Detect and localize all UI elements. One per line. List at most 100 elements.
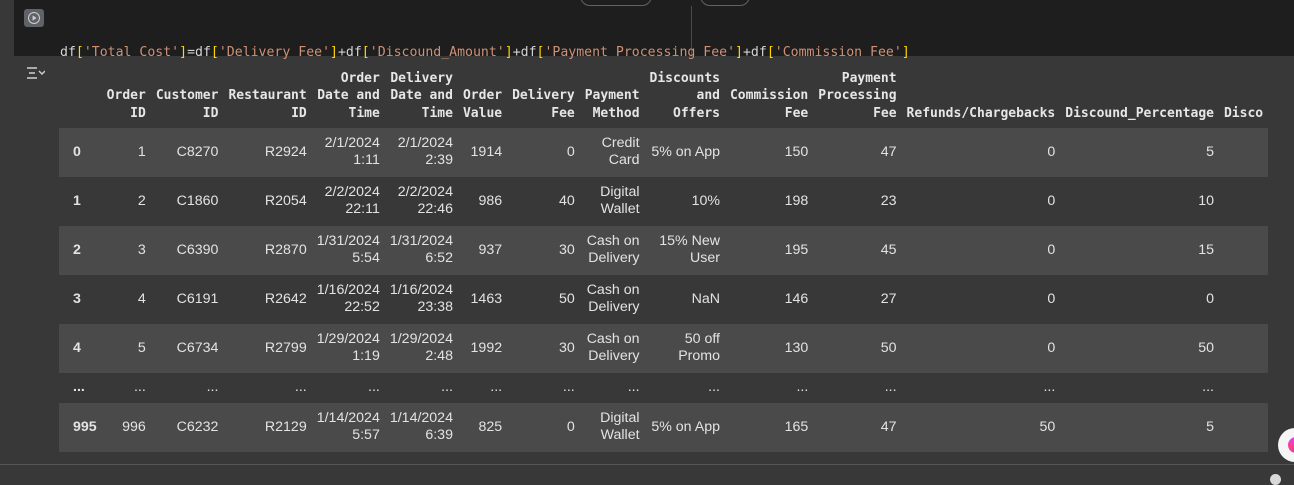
cell-text: ... bbox=[562, 379, 575, 396]
cell-text: C6232 bbox=[176, 418, 219, 435]
column-header: Order Value bbox=[457, 64, 508, 128]
table-cell: ... bbox=[902, 373, 1061, 403]
cell-toolbar-tab[interactable] bbox=[580, 0, 652, 6]
cell-text: 1 bbox=[137, 143, 146, 160]
table-cell: ... bbox=[223, 373, 311, 403]
code-token: +df bbox=[742, 45, 767, 60]
code-token: ] bbox=[504, 45, 513, 60]
column-header: Delivery Date and Time bbox=[384, 64, 458, 128]
table-cell: ... bbox=[580, 373, 645, 403]
table-cell: Digital Wallet bbox=[580, 177, 645, 226]
cell-divider bbox=[0, 464, 1294, 465]
code-token: df bbox=[60, 45, 76, 60]
cell-text: 5 bbox=[1206, 143, 1214, 160]
table-cell: ... bbox=[312, 373, 385, 403]
table-cell: ... bbox=[645, 373, 725, 403]
cell-text: 22:52 bbox=[344, 299, 380, 316]
table-cell: C6734 bbox=[151, 324, 224, 373]
table-cell: 996 bbox=[102, 403, 151, 452]
table-cell: 15 bbox=[1060, 226, 1219, 275]
cell-text: C8270 bbox=[176, 143, 219, 160]
table-cell: 47 bbox=[813, 128, 901, 177]
table-cell: 130 bbox=[725, 324, 813, 373]
row-index: 3 bbox=[59, 275, 102, 324]
cell-text: 6:39 bbox=[425, 427, 453, 444]
code-token: [ bbox=[210, 45, 219, 60]
table-cell bbox=[1219, 324, 1268, 373]
code-token: +df bbox=[512, 45, 537, 60]
cell-text: 165 bbox=[784, 418, 809, 435]
table-cell: 0 bbox=[507, 128, 580, 177]
code-token: ] bbox=[179, 45, 188, 60]
table-row: 0 1 C8270 R2924 2/1/2024 1:11 2/1/2024 2:39 1914… bbox=[59, 127, 1269, 177]
table-cell: R2129 bbox=[223, 403, 311, 452]
cell-text: 5% on App bbox=[651, 143, 720, 160]
cell-text: Digital bbox=[600, 410, 640, 427]
code-token: 'Total Cost' bbox=[83, 45, 180, 60]
table-cell: 825 bbox=[458, 403, 507, 452]
cell-toolbar-tab[interactable] bbox=[700, 0, 750, 6]
cell-text: 22:11 bbox=[345, 201, 380, 218]
cell-text: 130 bbox=[784, 339, 809, 356]
code-token: ] bbox=[330, 45, 338, 60]
table-cell: 0 bbox=[902, 275, 1061, 324]
table-cell: R2924 bbox=[223, 128, 311, 177]
cell-text: 986 bbox=[478, 192, 503, 209]
cell-text: 2:39 bbox=[425, 152, 453, 169]
table-cell: 5% on App bbox=[645, 128, 725, 177]
cell-text: ... bbox=[1202, 379, 1214, 396]
cell-text: ... bbox=[627, 379, 640, 396]
cell-text: 5 bbox=[137, 339, 146, 356]
dataframe-table: Order ID Customer ID Restaurant ID Order Date a… bbox=[59, 64, 1269, 452]
column-header-label: ID bbox=[202, 105, 219, 121]
cell-text: R2129 bbox=[264, 418, 307, 435]
cell-text: Card bbox=[608, 152, 640, 169]
cell-text: 5 bbox=[1206, 418, 1214, 435]
code-token: ] bbox=[901, 45, 910, 60]
cell-text: 0 bbox=[1047, 143, 1056, 160]
column-header-label: Fee bbox=[784, 105, 809, 121]
table-cell bbox=[1219, 275, 1268, 324]
cell-text: 4 bbox=[73, 339, 81, 356]
column-header-label: Disco bbox=[1223, 105, 1264, 121]
table-cell: 146 bbox=[725, 275, 813, 324]
cell-text: Delivery bbox=[588, 250, 640, 267]
table-cell: 937 bbox=[458, 226, 507, 275]
table-cell: Cash on Delivery bbox=[580, 226, 645, 275]
column-header: Refunds/Chargebacks bbox=[901, 64, 1061, 128]
table-cell: R2870 bbox=[223, 226, 311, 275]
cell-text: 50 bbox=[1198, 339, 1214, 356]
code-token: [ bbox=[361, 45, 370, 60]
code-token: 'Commission Fee' bbox=[774, 45, 902, 60]
scroll-indicator[interactable] bbox=[1270, 474, 1281, 485]
table-cell bbox=[1219, 177, 1268, 226]
cell-text: Credit bbox=[601, 135, 640, 152]
output-toggle-button[interactable] bbox=[24, 64, 46, 82]
cell-text: 146 bbox=[784, 290, 809, 307]
code-token: 'Delivery Fee' bbox=[218, 45, 331, 60]
table-cell: 1/16/2024 23:38 bbox=[385, 275, 458, 324]
table-row: 1 2 C1860 R2054 2/2/2024 22:11 2/2/2024 22:46 98… bbox=[59, 176, 1269, 226]
cell-text: 47 bbox=[880, 143, 897, 160]
table-header-row: Order ID Customer ID Restaurant ID Order Date a… bbox=[59, 64, 1269, 128]
cell-text: ... bbox=[1043, 379, 1056, 396]
cell-text: R2924 bbox=[264, 143, 307, 160]
cell-text: 2:48 bbox=[425, 348, 453, 365]
table-cell: C6390 bbox=[151, 226, 224, 275]
cell-text: 3 bbox=[137, 241, 146, 258]
run-cell-button[interactable] bbox=[24, 9, 44, 27]
table-cell: 30 bbox=[507, 324, 580, 373]
cell-text: C6390 bbox=[176, 241, 219, 258]
column-header-label: Time bbox=[421, 105, 453, 121]
row-index: 0 bbox=[59, 128, 102, 177]
cell-text: ... bbox=[441, 379, 453, 396]
table-cell bbox=[1219, 128, 1268, 177]
cell-text: R2642 bbox=[264, 290, 307, 307]
table-cell: 0 bbox=[902, 324, 1061, 373]
table-cell: 1/16/2024 22:52 bbox=[312, 275, 385, 324]
cell-text: ... bbox=[368, 379, 380, 396]
table-cell: 2/1/2024 1:11 bbox=[312, 128, 385, 177]
table-cell: 10 bbox=[1060, 177, 1219, 226]
table-cell: 1/14/2024 6:39 bbox=[385, 403, 458, 452]
cell-text: 1/16/2024 bbox=[316, 282, 380, 299]
